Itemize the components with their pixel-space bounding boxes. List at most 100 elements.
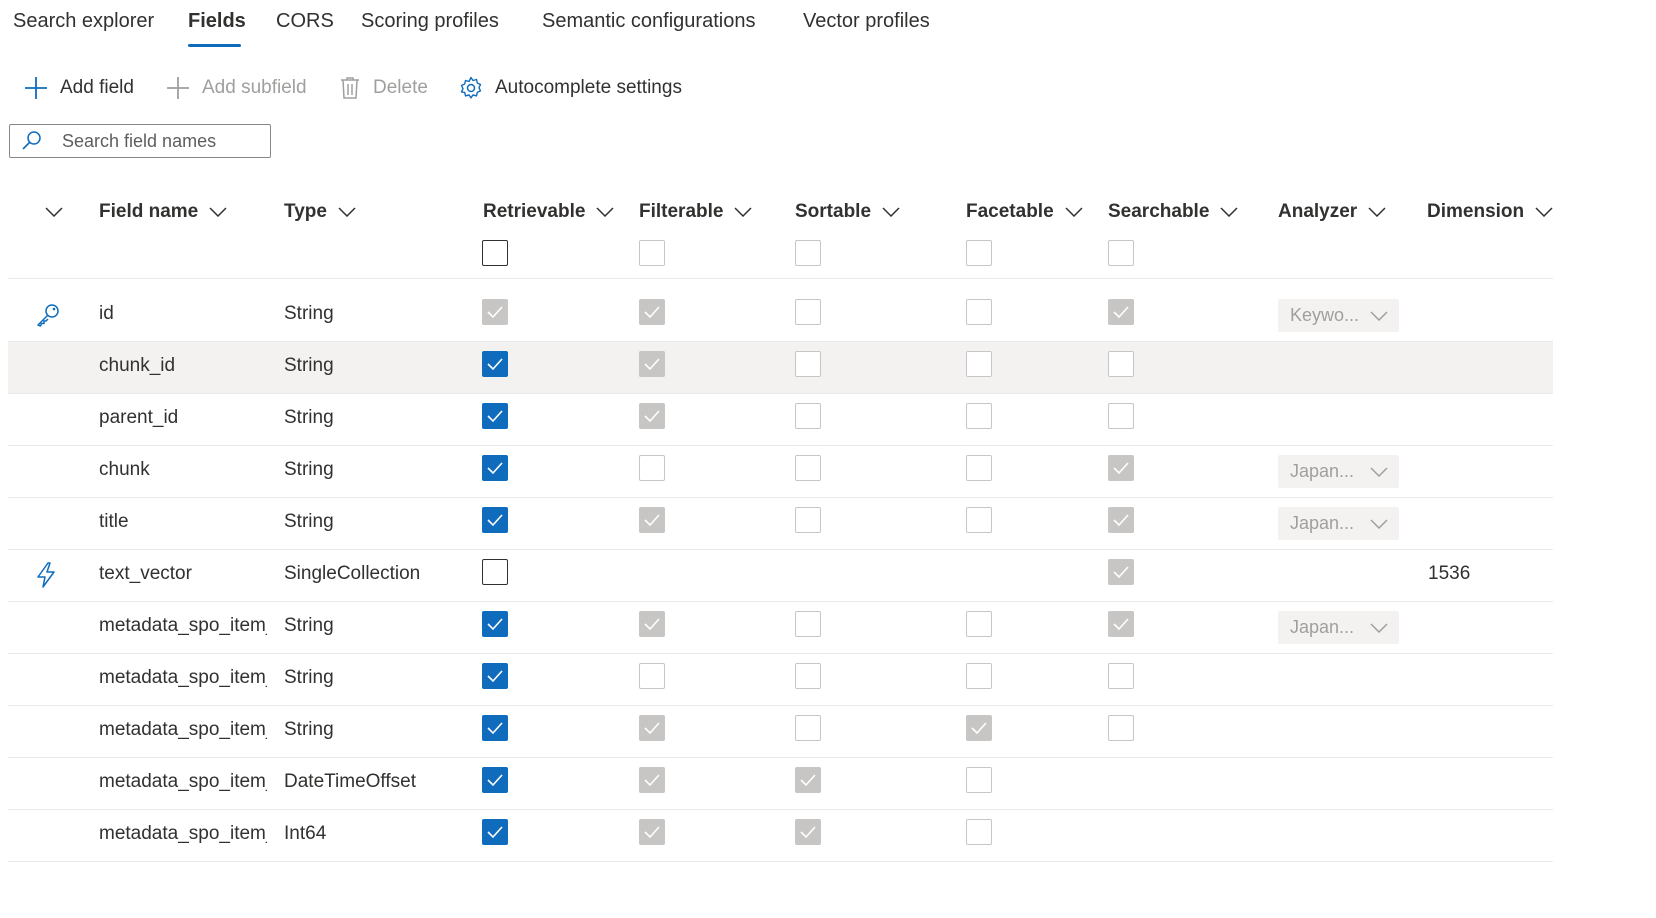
- filterable-checkbox[interactable]: [639, 455, 665, 481]
- table-row[interactable]: chunk String Japan...: [8, 446, 1553, 498]
- sortable-checkbox: [795, 819, 821, 845]
- autocomplete-settings-button[interactable]: Autocomplete settings: [459, 70, 682, 106]
- chevron-down-icon: [596, 207, 614, 217]
- select-all-facetable-checkbox[interactable]: [966, 240, 992, 266]
- searchable-checkbox[interactable]: [1108, 403, 1134, 429]
- command-bar: Add field Add subfield Delete Autocomple…: [0, 70, 1000, 106]
- column-header-dimension[interactable]: Dimension: [1427, 199, 1553, 225]
- sortable-checkbox[interactable]: [795, 351, 821, 377]
- field-name-cell[interactable]: text_vector: [99, 563, 267, 585]
- retrievable-checkbox[interactable]: [482, 455, 508, 481]
- checkmark-icon: [487, 774, 503, 787]
- tab-search-explorer[interactable]: Search explorer: [13, 10, 154, 33]
- table-row[interactable]: metadata_spo_item_ String: [8, 706, 1553, 758]
- sortable-checkbox[interactable]: [795, 611, 821, 637]
- table-row[interactable]: chunk_id String: [8, 342, 1553, 394]
- searchable-checkbox[interactable]: [1108, 715, 1134, 741]
- sortable-checkbox[interactable]: [795, 663, 821, 689]
- active-tab-indicator: [188, 44, 241, 47]
- sortable-checkbox[interactable]: [795, 507, 821, 533]
- sortable-checkbox[interactable]: [795, 455, 821, 481]
- searchable-checkbox[interactable]: [1108, 351, 1134, 377]
- filterable-checkbox: [639, 715, 665, 741]
- sortable-checkbox[interactable]: [795, 715, 821, 741]
- search-input[interactable]: [62, 130, 252, 152]
- field-name-cell[interactable]: metadata_spo_item_: [99, 615, 267, 637]
- facetable-checkbox[interactable]: [966, 507, 992, 533]
- plus-icon: [167, 77, 189, 99]
- retrievable-checkbox[interactable]: [482, 507, 508, 533]
- facetable-checkbox[interactable]: [966, 663, 992, 689]
- tab-scoring-profiles[interactable]: Scoring profiles: [361, 10, 499, 33]
- facetable-checkbox[interactable]: [966, 403, 992, 429]
- table-row[interactable]: metadata_spo_item_ String Japan...: [8, 602, 1553, 654]
- chevron-down-icon: [1220, 207, 1238, 217]
- facetable-checkbox[interactable]: [966, 819, 992, 845]
- sortable-checkbox[interactable]: [795, 403, 821, 429]
- add-subfield-button[interactable]: Add subfield: [166, 70, 307, 106]
- column-header-retrievable[interactable]: Retrievable: [483, 199, 614, 225]
- table-row[interactable]: text_vector SingleCollection 1536: [8, 550, 1553, 602]
- table-row[interactable]: metadata_spo_item_ DateTimeOffset: [8, 758, 1553, 810]
- select-all-sortable-checkbox[interactable]: [795, 240, 821, 266]
- retrievable-checkbox[interactable]: [482, 351, 508, 377]
- column-header-type[interactable]: Type: [284, 199, 356, 225]
- tab-cors[interactable]: CORS: [276, 10, 334, 33]
- delete-button[interactable]: Delete: [339, 70, 428, 106]
- chevron-down-icon: [1535, 207, 1553, 217]
- table-row[interactable]: metadata_spo_item_ String: [8, 654, 1553, 706]
- column-header-field-name[interactable]: Field name: [99, 199, 227, 225]
- field-name-cell[interactable]: chunk_id: [99, 355, 267, 377]
- select-all-filterable-checkbox[interactable]: [639, 240, 665, 266]
- filterable-checkbox[interactable]: [639, 663, 665, 689]
- facetable-checkbox[interactable]: [966, 611, 992, 637]
- checkmark-icon: [971, 722, 987, 735]
- table-row[interactable]: id String Keywo...: [8, 290, 1553, 342]
- column-header-label: Type: [284, 201, 327, 222]
- tab-semantic-configurations[interactable]: Semantic configurations: [542, 10, 755, 33]
- lightning-icon: [37, 562, 55, 588]
- field-name-cell[interactable]: title: [99, 511, 267, 533]
- field-name-cell[interactable]: parent_id: [99, 407, 267, 429]
- retrievable-checkbox[interactable]: [482, 715, 508, 741]
- checkmark-icon: [1113, 514, 1129, 527]
- field-name-cell[interactable]: metadata_spo_item_: [99, 771, 267, 793]
- retrievable-checkbox[interactable]: [482, 767, 508, 793]
- field-name-cell[interactable]: metadata_spo_item_: [99, 823, 267, 845]
- column-header-sortable[interactable]: Sortable: [795, 199, 900, 225]
- facetable-checkbox[interactable]: [966, 455, 992, 481]
- retrievable-checkbox[interactable]: [482, 611, 508, 637]
- select-all-searchable-checkbox[interactable]: [1108, 240, 1134, 266]
- tab-bar: Search explorer Fields CORS Scoring prof…: [0, 0, 1000, 56]
- searchable-checkbox[interactable]: [1108, 663, 1134, 689]
- tab-vector-profiles[interactable]: Vector profiles: [803, 10, 930, 33]
- filterable-checkbox: [639, 299, 665, 325]
- table-row[interactable]: title String Japan...: [8, 498, 1553, 550]
- column-header-facetable[interactable]: Facetable: [966, 199, 1083, 225]
- facetable-checkbox[interactable]: [966, 767, 992, 793]
- column-header-analyzer[interactable]: Analyzer: [1278, 199, 1386, 225]
- add-field-button[interactable]: Add field: [24, 70, 134, 106]
- retrievable-checkbox[interactable]: [482, 559, 508, 585]
- expand-all-toggle[interactable]: [34, 199, 63, 225]
- analyzer-dropdown: Japan...: [1278, 611, 1399, 644]
- table-row[interactable]: metadata_spo_item_ Int64: [8, 810, 1553, 862]
- checkmark-icon: [487, 514, 503, 527]
- column-header-label: Filterable: [639, 201, 724, 222]
- table-row[interactable]: parent_id String: [8, 394, 1553, 446]
- column-header-filterable[interactable]: Filterable: [639, 199, 753, 225]
- retrievable-checkbox[interactable]: [482, 663, 508, 689]
- field-name-cell[interactable]: metadata_spo_item_: [99, 719, 267, 741]
- field-name-cell[interactable]: chunk: [99, 459, 267, 481]
- facetable-checkbox[interactable]: [966, 299, 992, 325]
- field-name-cell[interactable]: id: [99, 303, 267, 325]
- facetable-checkbox[interactable]: [966, 351, 992, 377]
- select-all-retrievable-checkbox[interactable]: [482, 240, 508, 266]
- retrievable-checkbox[interactable]: [482, 403, 508, 429]
- chevron-down-icon: [1370, 467, 1388, 477]
- column-header-searchable[interactable]: Searchable: [1108, 199, 1238, 225]
- tab-fields[interactable]: Fields: [188, 10, 246, 33]
- sortable-checkbox[interactable]: [795, 299, 821, 325]
- field-name-cell[interactable]: metadata_spo_item_: [99, 667, 267, 689]
- retrievable-checkbox[interactable]: [482, 819, 508, 845]
